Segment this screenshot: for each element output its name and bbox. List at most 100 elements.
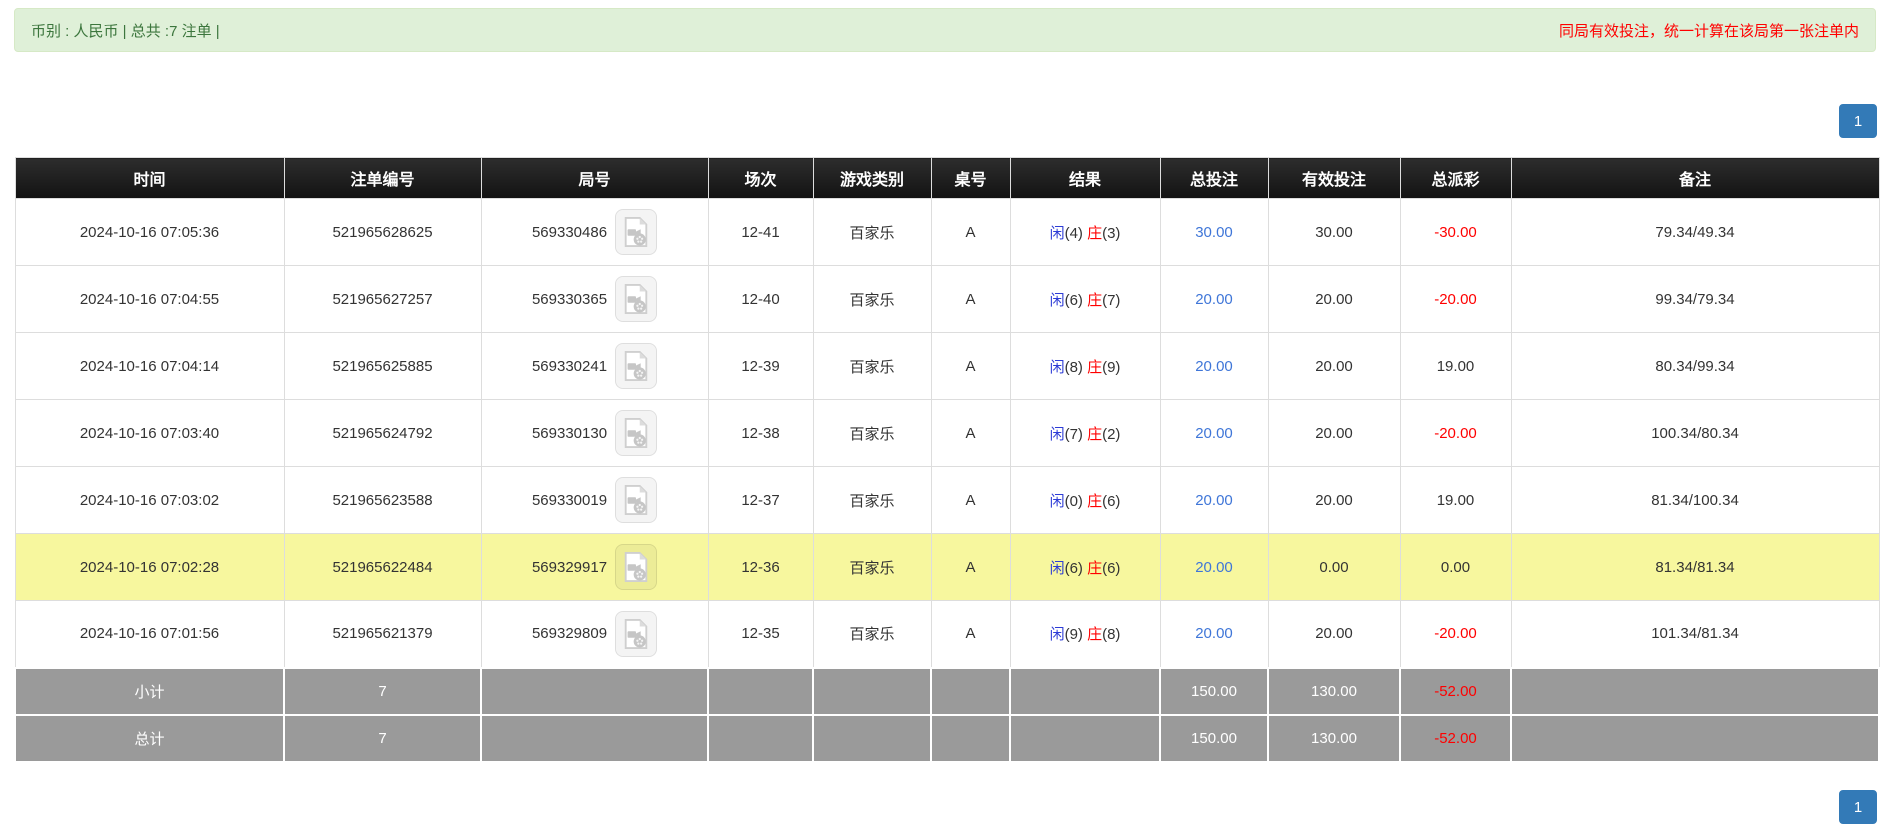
page-1-button-bottom[interactable]: 1 [1839,790,1877,824]
cell-valid-bet: 20.00 [1267,265,1401,333]
valid-bet-notice-text: 同局有效投注，统一计算在该局第一张注单内 [1558,22,1859,40]
cell-bet-number: 521965627257 [283,265,482,333]
cell-session: 12-38 [707,399,814,467]
player-result-score: (7) [1064,425,1088,443]
cell-table-number: A [930,399,1011,467]
video-replay-button[interactable] [615,276,658,322]
cell-result: 闲(7) 庄(2) [1009,399,1161,467]
player-result-label: 闲 [1049,626,1065,644]
total-bet-link[interactable]: 20.00 [1195,425,1233,442]
cell-round: 569330486 [480,198,709,266]
cell-game-type: 百家乐 [812,332,932,400]
total-bet-link[interactable]: 20.00 [1195,492,1233,509]
player-result-label: 闲 [1049,425,1065,443]
table-header-row: 时间 注单编号 局号 场次 游戏类别 桌号 结果 总投注 有效投注 总派彩 备注 [14,157,1880,199]
video-replay-button[interactable] [615,209,658,255]
video-replay-button[interactable] [615,410,658,456]
col-header-payout: 总派彩 [1399,157,1512,199]
table-row: 2024-10-16 07:03:40 521965624792 569330130… [14,399,1880,467]
cell-game-type: 百家乐 [812,265,932,333]
cell-game-type: 百家乐 [812,399,932,467]
col-header-bet-no: 注单编号 [283,157,482,199]
total-bet-link[interactable]: 20.00 [1195,291,1233,308]
cell-bet-number: 521965622484 [283,533,482,601]
cell-payout: 19.00 [1399,332,1512,400]
round-wrap: 569329917 [532,544,658,590]
cell-count: 7 [283,666,482,716]
video-file-icon [624,552,648,582]
player-result-label: 闲 [1049,358,1065,376]
cell-valid-bet: 130.00 [1267,666,1401,716]
round-number: 569330365 [531,290,608,308]
round-wrap: 569330365 [531,276,658,322]
cell-result: 闲(8) 庄(9) [1009,332,1161,400]
cell-bet-number: 521965623588 [283,466,482,534]
cell-result: 闲(6) 庄(7) [1009,265,1161,333]
cell-table-number [930,666,1011,716]
cell-count: 7 [283,713,482,763]
round-wrap: 569329809 [532,610,658,657]
banker-result-label: 庄 [1087,425,1103,443]
cell-label: 小计 [14,666,285,716]
table-row: 2024-10-16 07:02:28 521965622484 569329917… [14,533,1880,601]
banker-result-score: (3) [1102,224,1121,242]
video-replay-button[interactable] [615,477,658,523]
round-number: 569330019 [531,491,608,509]
cell-payout: -20.00 [1399,600,1512,668]
video-file-icon [624,351,648,381]
cell-total-bet: 20.00 [1159,332,1269,400]
table-body: 2024-10-16 07:05:36 521965628625 569330486… [14,198,1880,763]
banker-result-score: (8) [1102,626,1121,644]
cell-time: 2024-10-16 07:04:14 [14,332,285,400]
cell-result: 闲(4) 庄(3) [1009,198,1161,266]
cell-payout: -52.00 [1399,666,1512,716]
video-replay-button[interactable] [615,544,658,590]
cell-table-number: A [930,265,1011,333]
col-header-result: 结果 [1009,157,1161,199]
total-bet-link[interactable]: 30.00 [1195,224,1233,241]
cell-valid-bet: 20.00 [1267,600,1401,668]
cell-time: 2024-10-16 07:03:02 [14,466,285,534]
cell-table-number: A [930,600,1011,668]
video-replay-button[interactable] [615,343,658,389]
cell-time: 2024-10-16 07:05:36 [14,198,285,266]
player-result-label: 闲 [1049,559,1065,577]
video-file-icon [624,217,648,247]
page-1-button[interactable]: 1 [1839,104,1877,138]
cell-remark [1510,713,1880,763]
cell-game-type: 百家乐 [812,198,932,266]
cell-game-type [812,713,932,763]
cell-bet-number: 521965625885 [283,332,482,400]
banker-result-score: (9) [1102,358,1121,376]
player-result-score: (8) [1064,358,1088,376]
banker-result-label: 庄 [1087,559,1103,577]
cell-round: 569330241 [480,332,709,400]
banker-result-label: 庄 [1087,224,1103,242]
cell-result: 闲(0) 庄(6) [1009,466,1161,534]
cell-total-bet: 20.00 [1159,265,1269,333]
cell-bet-number: 521965624792 [283,399,482,467]
video-replay-button[interactable] [615,610,658,657]
cell-total-bet: 20.00 [1159,466,1269,534]
cell-remark: 81.34/100.34 [1510,466,1880,534]
total-bet-link[interactable]: 20.00 [1195,358,1233,375]
cell-table-number: A [930,466,1011,534]
banker-result-label: 庄 [1087,291,1103,309]
banker-result-label: 庄 [1087,358,1103,376]
cell-payout: -20.00 [1399,265,1512,333]
round-wrap: 569330130 [532,410,658,456]
total-bet-link[interactable]: 20.00 [1195,625,1233,642]
cell-valid-bet: 0.00 [1267,533,1401,601]
cell-valid-bet: 20.00 [1267,466,1401,534]
cell-time: 2024-10-16 07:01:56 [14,600,285,668]
total-bet-link[interactable]: 20.00 [1195,559,1233,576]
pagination-top: 1 [1839,104,1877,138]
cell-remark: 81.34/81.34 [1510,533,1880,601]
cell-remark: 80.34/99.34 [1510,332,1880,400]
cell-valid-bet: 130.00 [1267,713,1401,763]
player-result-score: (6) [1064,559,1088,577]
cell-result [1009,666,1161,716]
cell-total-bet: 150.00 [1159,713,1269,763]
cell-round: 569329917 [480,533,709,601]
cell-session: 12-41 [707,198,814,266]
